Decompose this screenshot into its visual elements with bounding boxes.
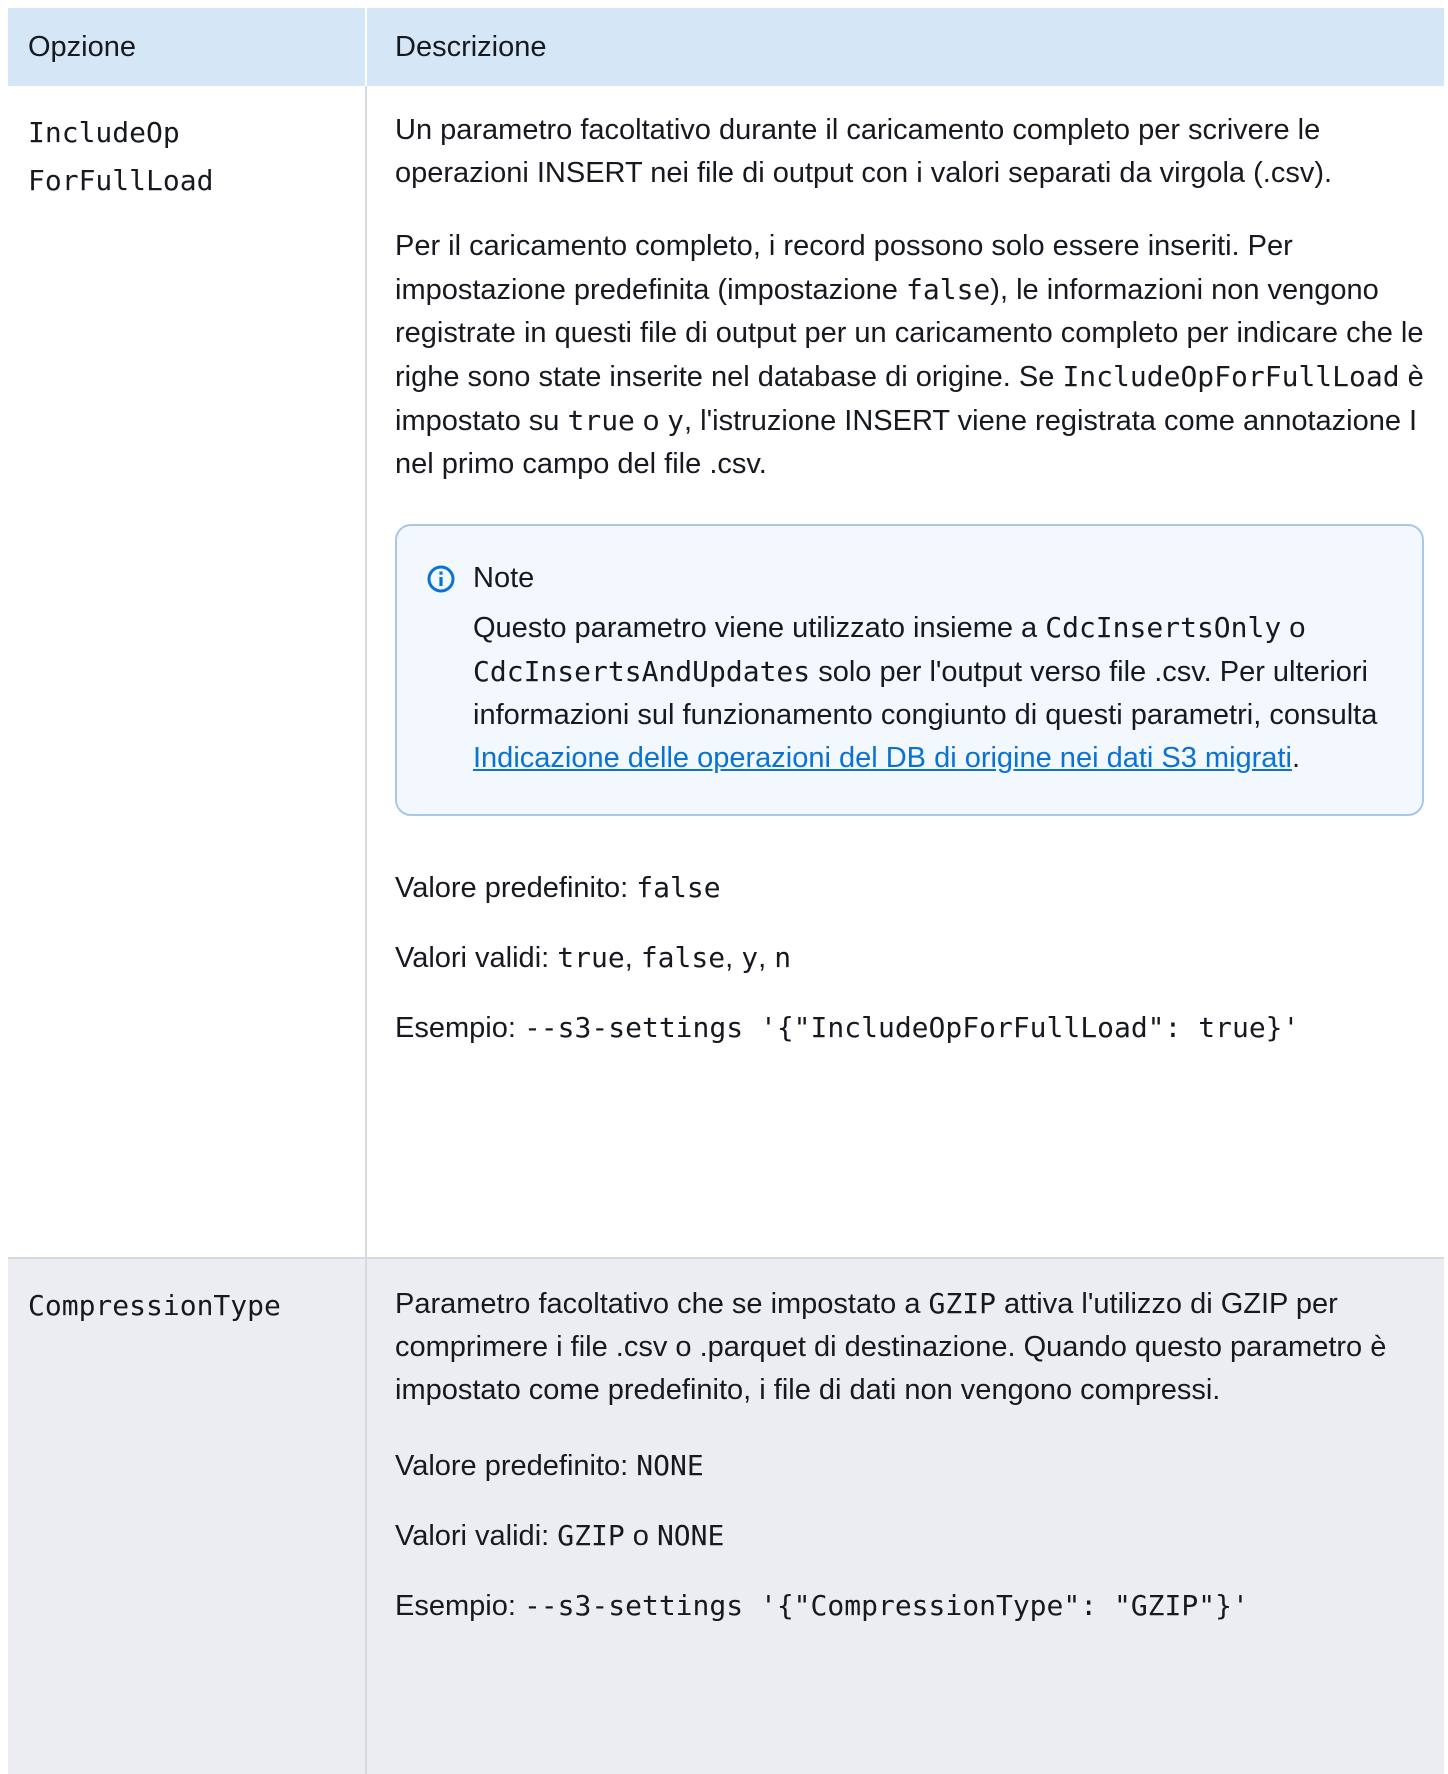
note-text: Questo parametro viene utilizzato insiem… [473,611,1378,774]
table-row: CompressionType Parametro facoltativo ch… [8,1258,1444,1774]
description-paragraph: Un parametro facoltativo durante il cari… [395,114,1333,189]
options-table: Opzione Descrizione IncludeOp ForFullLoa… [8,8,1444,1774]
note-header: Note [425,554,1384,602]
source-db-operations-link[interactable]: Indicazione delle operazioni del DB di o… [473,742,1292,774]
default-value: Valore predefinito: NONE [395,1449,704,1482]
valid-values: Valori validi: GZIP o NONE [395,1519,725,1552]
note-box: Note Questo parametro viene utilizzato i… [395,524,1424,816]
option-cell: CompressionType [8,1258,366,1774]
table-header-row: Opzione Descrizione [8,8,1444,86]
header-description: Descrizione [365,8,1444,86]
header-option: Opzione [8,8,366,86]
default-value: Valore predefinito: false [395,871,721,904]
valid-values: Valori validi: true, false, y, n [395,941,792,974]
table-row: IncludeOp ForFullLoad Un parametro facol… [8,86,1444,1259]
description-cell: Parametro facoltativo che se impostato a… [365,1258,1444,1774]
option-cell: IncludeOp ForFullLoad [8,86,366,1259]
description-cell: Un parametro facoltativo durante il cari… [365,86,1444,1259]
info-icon [425,562,457,594]
example: Esempio: --s3-settings '{"IncludeOpForFu… [395,1011,1300,1044]
note-title: Note [473,562,535,594]
example: Esempio: --s3-settings '{"CompressionTyp… [395,1589,1249,1622]
description-paragraph: Parametro facoltativo che se impostato a… [395,1287,1387,1406]
option-name: IncludeOp ForFullLoad [28,116,214,197]
option-name: CompressionType [28,1289,281,1322]
description-paragraph: Per il caricamento completo, i record po… [395,230,1424,480]
